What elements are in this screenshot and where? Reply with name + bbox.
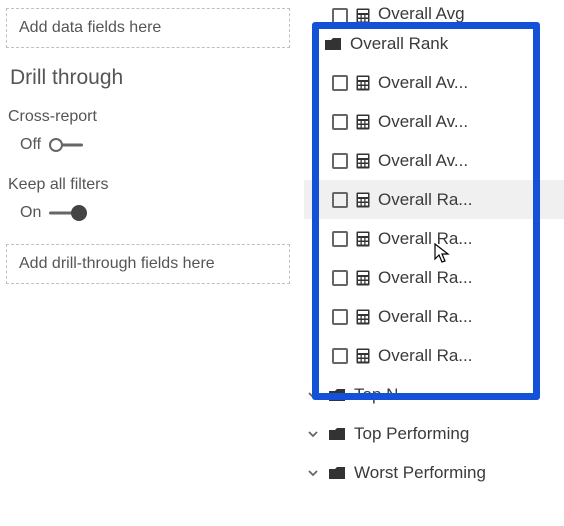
folder-overall-rank[interactable]: Overall Rank <box>304 24 564 63</box>
calculator-icon <box>356 309 370 325</box>
drill-through-heading: Drill through <box>10 66 290 90</box>
field-label: Overall Ra... <box>378 346 472 366</box>
cross-report-label: Cross-report <box>8 108 290 126</box>
checkbox-icon[interactable] <box>332 231 348 247</box>
field-label: Overall Av... <box>378 112 468 132</box>
chevron-down-icon[interactable] <box>306 388 320 402</box>
calculator-icon <box>356 348 370 364</box>
cross-report-toggle[interactable] <box>49 137 89 153</box>
checkbox-icon[interactable] <box>332 348 348 364</box>
folder-label: Top Performing <box>354 424 469 444</box>
checkbox-icon[interactable] <box>332 309 348 325</box>
keep-filters-label: Keep all filters <box>8 176 290 194</box>
calculator-icon <box>356 114 370 130</box>
field-row[interactable]: Overall Ra... <box>304 297 564 336</box>
folder-row[interactable]: Top N <box>304 375 564 414</box>
checkbox-icon[interactable] <box>332 192 348 208</box>
calculator-icon <box>356 153 370 169</box>
drill-through-fields-dropzone[interactable]: Add drill-through fields here <box>6 244 290 284</box>
data-fields-dropzone[interactable]: Add data fields here <box>6 8 290 48</box>
calculator-icon <box>356 75 370 91</box>
calculator-icon <box>356 192 370 208</box>
field-row[interactable]: Overall Av... <box>304 102 564 141</box>
folder-icon <box>328 466 346 480</box>
field-row[interactable]: Overall Ra... <box>304 336 564 375</box>
chevron-down-icon[interactable] <box>306 427 320 441</box>
field-row[interactable]: Overall Av... <box>304 63 564 102</box>
checkbox-icon[interactable] <box>332 8 348 24</box>
folder-icon <box>324 37 342 51</box>
field-row[interactable]: Overall Av... <box>304 141 564 180</box>
chevron-down-icon[interactable] <box>306 466 320 480</box>
folder-row[interactable]: Top Performing <box>304 414 564 453</box>
field-row[interactable]: Overall Ra... <box>304 180 564 219</box>
field-row[interactable]: Overall Ra... <box>304 219 564 258</box>
checkbox-icon[interactable] <box>332 153 348 169</box>
folder-icon <box>328 388 346 402</box>
field-label: Overall Avg <box>378 4 465 24</box>
folder-label: Worst Performing <box>354 463 486 483</box>
field-row[interactable]: Overall Ra... <box>304 258 564 297</box>
calculator-icon <box>356 270 370 286</box>
fields-pane: Overall Avg Overall Rank Overall Av... Ov… <box>300 0 564 526</box>
calculator-icon <box>356 231 370 247</box>
field-label: Overall Ra... <box>378 268 472 288</box>
folder-label: Overall Rank <box>350 34 448 54</box>
calculator-icon <box>356 8 370 24</box>
visualizations-pane-section: Add data fields here Drill through Cross… <box>0 0 300 526</box>
field-label: Overall Ra... <box>378 190 472 210</box>
folder-label: Top N <box>354 385 398 405</box>
keep-filters-state: On <box>20 204 41 222</box>
folder-icon <box>328 427 346 441</box>
checkbox-icon[interactable] <box>332 270 348 286</box>
keep-filters-toggle[interactable] <box>49 205 89 221</box>
field-label: Overall Ra... <box>378 229 472 249</box>
field-label: Overall Av... <box>378 151 468 171</box>
cross-report-state: Off <box>20 136 41 154</box>
checkbox-icon[interactable] <box>332 114 348 130</box>
field-label: Overall Av... <box>378 73 468 93</box>
checkbox-icon[interactable] <box>332 75 348 91</box>
folder-row[interactable]: Worst Performing <box>304 453 564 492</box>
field-label: Overall Ra... <box>378 307 472 327</box>
field-row-partial[interactable]: Overall Avg <box>304 2 564 24</box>
